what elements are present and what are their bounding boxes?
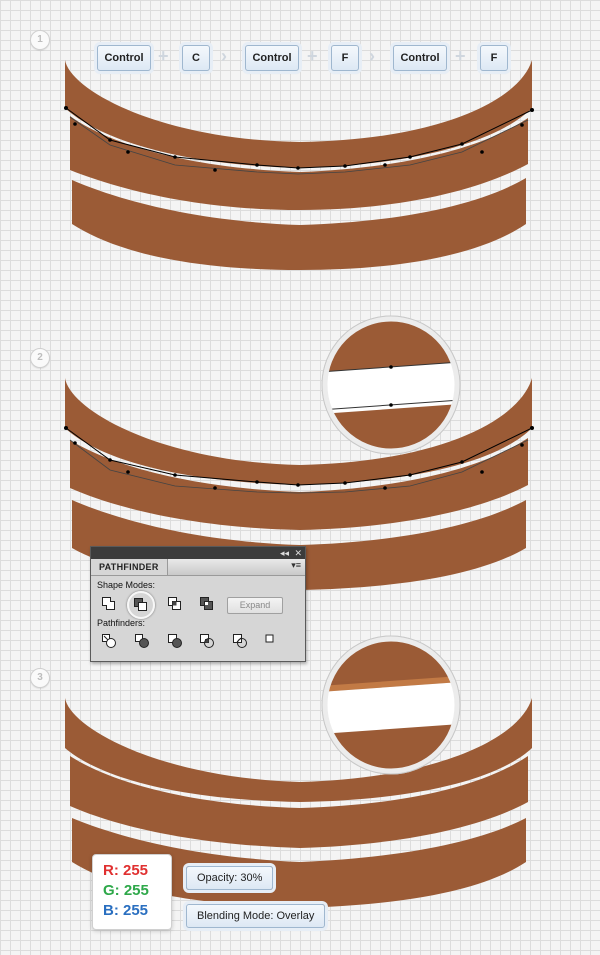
opacity-label: Opacity: 30% bbox=[186, 866, 274, 890]
close-icon[interactable]: ✕ bbox=[294, 547, 302, 559]
red-value: R: 255 bbox=[103, 862, 149, 879]
divide-icon[interactable] bbox=[101, 633, 117, 649]
pathfinders-label: Pathfinders: bbox=[97, 618, 146, 628]
panel-menu-icon[interactable]: ▾≡ bbox=[291, 560, 301, 571]
minus-back-icon[interactable] bbox=[264, 633, 280, 649]
trim-icon[interactable] bbox=[134, 633, 150, 649]
crop-icon[interactable] bbox=[199, 633, 215, 649]
step-1-bands bbox=[64, 60, 534, 270]
shape-modes-label: Shape Modes: bbox=[97, 580, 156, 590]
minus-front-icon[interactable] bbox=[133, 597, 149, 613]
pathfinder-panel: ◂◂ ✕ PATHFINDER ▾≡ Shape Modes: Expand P… bbox=[90, 546, 306, 662]
blending-mode-label: Blending Mode: Overlay bbox=[186, 904, 326, 928]
green-value: G: 255 bbox=[103, 882, 149, 899]
merge-icon[interactable] bbox=[167, 633, 183, 649]
unite-icon[interactable] bbox=[101, 596, 117, 612]
collapse-icon[interactable]: ◂◂ bbox=[280, 547, 289, 559]
zoom-lens-step-2 bbox=[321, 315, 461, 455]
panel-tabbar: PATHFINDER ▾≡ bbox=[91, 559, 305, 576]
expand-button[interactable]: Expand bbox=[227, 597, 283, 614]
zoom-lens-step-3 bbox=[321, 635, 461, 775]
panel-titlebar[interactable]: ◂◂ ✕ bbox=[91, 547, 305, 559]
artwork-canvas bbox=[64, 60, 534, 908]
exclude-icon[interactable] bbox=[199, 596, 215, 612]
tab-pathfinder[interactable]: PATHFINDER bbox=[91, 559, 168, 575]
color-values-box: R: 255 G: 255 B: 255 bbox=[92, 854, 172, 930]
blue-value: B: 255 bbox=[103, 902, 149, 919]
intersect-icon[interactable] bbox=[167, 596, 183, 612]
outline-icon[interactable] bbox=[232, 633, 248, 649]
